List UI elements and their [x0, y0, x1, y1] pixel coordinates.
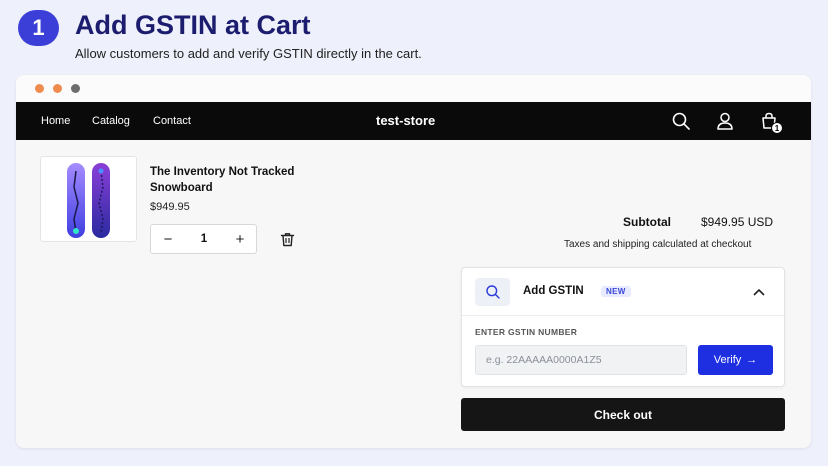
window-dot-maximize[interactable] [71, 84, 80, 93]
checkout-button[interactable]: Check out [461, 398, 785, 431]
page-subtitle: Allow customers to add and verify GSTIN … [75, 46, 422, 61]
search-icon [485, 285, 500, 299]
window-titlebar [16, 75, 811, 102]
gstin-field-label: ENTER GSTIN NUMBER [475, 327, 578, 337]
window-dot-minimize[interactable] [53, 84, 62, 93]
product-price: $949.95 [150, 201, 190, 213]
subtotal-value: $949.95 USD [701, 215, 774, 229]
gstin-search-chip [475, 278, 510, 306]
page-title: Add GSTIN at Cart [75, 10, 311, 40]
product-image[interactable] [40, 156, 137, 242]
quantity-value[interactable]: 1 [195, 233, 213, 245]
new-badge: NEW [601, 286, 631, 297]
store-name[interactable]: test-store [376, 113, 435, 128]
gstin-title: Add GSTIN [523, 285, 584, 297]
cart-count-badge: 1 [771, 122, 783, 134]
verify-button[interactable]: Verify → [698, 345, 773, 375]
arrow-right-icon: → [746, 354, 758, 366]
browser-window: Home Catalog Contact test-store 1 The In… [16, 75, 811, 448]
gstin-input[interactable] [475, 345, 687, 375]
account-icon[interactable] [715, 111, 735, 131]
quantity-increase-button[interactable]: + [231, 231, 249, 249]
snowboard-illustration [67, 163, 110, 238]
gstin-panel-header[interactable]: Add GSTIN NEW [462, 268, 784, 316]
verify-button-label: Verify [713, 354, 742, 366]
subtotal-label: Subtotal [623, 215, 671, 229]
quantity-decrease-button[interactable]: − [159, 231, 177, 249]
nav-link-catalog[interactable]: Catalog [92, 115, 130, 127]
quantity-stepper: − 1 + [150, 224, 257, 254]
gstin-panel: Add GSTIN NEW ENTER GSTIN NUMBER Verify … [461, 267, 785, 387]
store-header: Home Catalog Contact test-store 1 [16, 102, 811, 140]
chevron-up-icon[interactable] [752, 285, 766, 299]
step-number-badge: 1 [18, 10, 59, 46]
nav-link-home[interactable]: Home [41, 115, 70, 127]
trash-icon[interactable] [280, 232, 295, 247]
window-dot-close[interactable] [35, 84, 44, 93]
product-title[interactable]: The Inventory Not Tracked Snowboard [150, 164, 300, 196]
nav-link-contact[interactable]: Contact [153, 115, 191, 127]
tax-note: Taxes and shipping calculated at checkou… [564, 239, 752, 250]
search-icon[interactable] [671, 111, 691, 131]
